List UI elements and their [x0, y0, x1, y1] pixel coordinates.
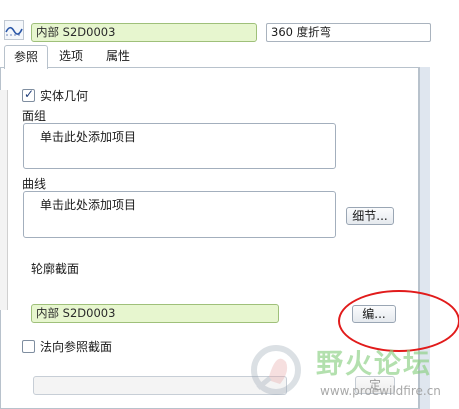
tab-bar: 参照 选项 属性	[0, 45, 430, 69]
watermark-url: www.proewildfire.cn	[320, 384, 441, 398]
tab-references[interactable]: 参照	[4, 45, 48, 69]
curve-collector[interactable]: 单击此处添加项目	[23, 191, 336, 238]
profile-section-field[interactable]: 内部 S2D0003	[31, 304, 279, 323]
quilt-label: 面组	[22, 109, 47, 123]
details-button[interactable]: 细节...	[346, 207, 394, 225]
solid-geometry-label: 实体几何	[40, 89, 89, 103]
normal-reference-checkbox[interactable]	[22, 340, 35, 353]
quilt-collector[interactable]: 单击此处添加项目	[23, 123, 336, 169]
quilt-placeholder: 单击此处添加项目	[40, 130, 137, 144]
reference-section-field[interactable]: 内部 S2D0003	[31, 23, 257, 42]
normal-reference-label: 法向参照截面	[40, 340, 113, 354]
sketch-icon[interactable]	[4, 20, 24, 40]
tab-properties[interactable]: 属性	[98, 45, 138, 67]
curve-label: 曲线	[22, 177, 47, 191]
tab-options[interactable]: 选项	[52, 45, 90, 67]
feature-name-field[interactable]: 360 度折弯	[266, 23, 431, 42]
profile-section-label: 轮廓截面	[31, 262, 80, 276]
background-model-tree-edge	[0, 90, 8, 310]
watermark-flame-logo	[246, 340, 306, 396]
curve-placeholder: 单击此处添加项目	[40, 198, 137, 212]
solid-geometry-checkbox[interactable]	[22, 87, 35, 102]
watermark-text: 野火论坛	[316, 349, 432, 380]
